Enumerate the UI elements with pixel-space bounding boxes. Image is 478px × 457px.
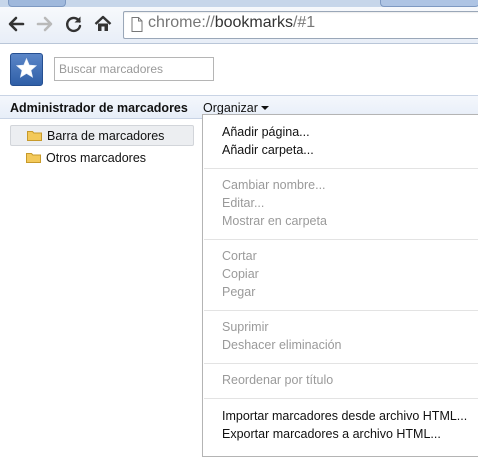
browser-toolbar: chrome://bookmarks/#1 [0, 7, 478, 44]
url-fragment: /#1 [292, 14, 316, 31]
bookmark-star-icon [10, 53, 43, 86]
menu-divider [204, 239, 478, 240]
menu-item-delete: Suprimir [222, 320, 269, 334]
url-host: bookmarks [214, 14, 293, 31]
address-bar[interactable]: chrome://bookmarks/#1 [123, 11, 478, 39]
menu-item-cut: Cortar [222, 249, 257, 263]
menu-divider [204, 398, 478, 399]
organize-dropdown-menu: Añadir página... Añadir carpeta... Cambi… [202, 114, 478, 457]
menu-item-edit: Editar... [222, 196, 265, 210]
menu-item-rename: Cambiar nombre... [222, 178, 326, 192]
menu-divider [204, 168, 478, 169]
url-scheme: chrome:// [148, 14, 215, 31]
menu-item-paste: Pegar [222, 285, 256, 299]
menu-item-copy: Copiar [222, 267, 259, 281]
forward-arrow-icon[interactable] [34, 13, 56, 35]
menu-divider [204, 310, 478, 311]
organize-label: Organizar [203, 101, 258, 115]
reload-icon[interactable] [63, 13, 85, 35]
search-input[interactable] [54, 57, 214, 81]
url-text: chrome://bookmarks/#1 [148, 14, 315, 32]
browser-tab[interactable] [8, 0, 66, 7]
tree-item-bookmarks-bar[interactable]: Barra de marcadores [10, 125, 194, 146]
tree-item-label: Otros marcadores [46, 151, 147, 165]
folder-icon [26, 153, 41, 163]
menu-item-add-page[interactable]: Añadir página... [222, 125, 310, 139]
organize-menu-button[interactable]: Organizar [203, 101, 269, 115]
menu-item-export-html[interactable]: Exportar marcadores a archivo HTML... [222, 427, 441, 441]
folder-icon [27, 131, 42, 141]
home-icon[interactable] [92, 13, 114, 35]
tree-item-other-bookmarks[interactable]: Otros marcadores [10, 148, 194, 169]
page-icon [131, 17, 143, 32]
browser-tab[interactable] [380, 0, 478, 7]
menu-item-add-folder[interactable]: Añadir carpeta... [222, 143, 314, 157]
menu-item-undo-delete: Deshacer eliminación [222, 338, 342, 352]
menu-item-show-in-folder: Mostrar en carpeta [222, 214, 327, 228]
back-arrow-icon[interactable] [5, 13, 27, 35]
menu-item-sort-by-title: Reordenar por título [222, 373, 334, 387]
page-title: Administrador de marcadores [10, 101, 188, 115]
menu-item-import-html[interactable]: Importar marcadores desde archivo HTML..… [222, 409, 467, 423]
tree-item-label: Barra de marcadores [47, 129, 165, 143]
tab-strip [0, 0, 478, 7]
menu-divider [204, 363, 478, 364]
chevron-down-icon [260, 105, 269, 110]
